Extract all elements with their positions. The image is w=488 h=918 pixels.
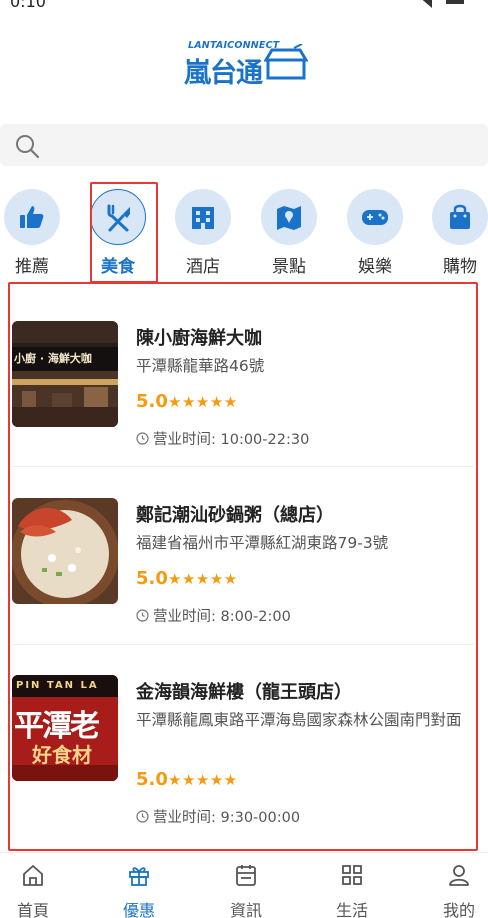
- category-icon-circle: [432, 189, 488, 245]
- restaurant-card[interactable]: PIN TAN LA 平潭老 好食材 金海韻海鮮樓（龍王頭店） 平潭縣龍鳳東路平…: [12, 675, 478, 835]
- category-row: 推薦 美食 酒店 景點 娛樂 購物: [0, 182, 488, 282]
- opening-hours: 营业时间: 9:30-00:00: [136, 806, 300, 827]
- status-time: 0:10: [10, 0, 46, 11]
- category-label: 購物: [443, 257, 477, 277]
- hours-label: 营业时间:: [153, 810, 216, 826]
- restaurant-rating: 5.0: [136, 391, 168, 412]
- hours-label: 营业时间:: [153, 432, 216, 448]
- restaurant-card[interactable]: 鄭記潮汕砂鍋粥（總店） 福建省福州市平潭縣紅湖東路79-3號 5.0 ★★★★★…: [12, 498, 478, 638]
- map-pin-icon: [277, 206, 301, 230]
- tab-life[interactable]: 生活: [319, 863, 383, 918]
- active-category-highlight: [90, 182, 158, 283]
- tab-home[interactable]: 首頁: [0, 863, 64, 918]
- restaurant-name: 金海韻海鮮樓（龍王頭店）: [136, 682, 352, 703]
- rating-stars: ★★★★★: [168, 393, 238, 411]
- hotel-icon: [192, 207, 214, 229]
- tab-label: 生活: [335, 901, 368, 918]
- category-icon-circle: [261, 189, 317, 245]
- user-icon: [449, 865, 469, 886]
- clock-icon: [136, 810, 149, 823]
- restaurant-photo-text-bottom: 好食材: [32, 743, 92, 767]
- restaurant-name: 鄭記潮汕砂鍋粥（總店）: [136, 505, 334, 526]
- category-icon-circle: [4, 189, 60, 245]
- search-bar[interactable]: [0, 124, 488, 166]
- calendar-icon: [236, 865, 256, 886]
- status-icons: [422, 0, 464, 8]
- restaurant-address: 平潭縣龍華路46號: [136, 357, 265, 375]
- grid-icon: [342, 865, 362, 885]
- hours-value: 10:00-22:30: [220, 432, 310, 448]
- logo-store-icon: [264, 44, 308, 80]
- category-icon-circle: [175, 189, 231, 245]
- tab-profile[interactable]: 我的: [426, 863, 488, 918]
- logo-main-text: 嵐台通: [184, 58, 263, 89]
- category-label: 娛樂: [358, 257, 392, 277]
- app-logo: LANTAICONNECT 嵐台通: [182, 38, 312, 89]
- opening-hours: 营业时间: 10:00-22:30: [136, 428, 309, 449]
- tab-label: 我的: [442, 901, 475, 918]
- category-hotel[interactable]: 酒店: [171, 186, 235, 277]
- tab-label: 首頁: [16, 901, 49, 918]
- tab-deals[interactable]: 優惠: [106, 863, 170, 918]
- clock-icon: [136, 432, 149, 445]
- restaurant-photo: 小廚 · 海鮮大咖: [12, 321, 118, 427]
- category-attraction[interactable]: 景點: [257, 186, 321, 277]
- shopping-bag-icon: [450, 204, 470, 229]
- restaurant-photo: [12, 498, 118, 604]
- hours-value: 9:30-00:00: [220, 810, 301, 826]
- restaurant-photo-art: [12, 321, 118, 427]
- tab-news[interactable]: 資訊: [213, 863, 277, 918]
- category-label: 景點: [272, 257, 306, 277]
- restaurant-photo-art: [12, 498, 118, 604]
- hours-label: 营业时间:: [153, 609, 216, 625]
- restaurant-address: 平潭縣龍鳳東路平潭海島國家森林公園南門對面: [136, 711, 462, 729]
- status-bar: 0:10: [0, 0, 488, 14]
- category-shopping[interactable]: 購物: [428, 186, 488, 277]
- rating-stars: ★★★★★: [168, 570, 238, 588]
- restaurant-photo: PIN TAN LA 平潭老 好食材: [12, 675, 118, 781]
- tab-label: 資訊: [229, 901, 262, 918]
- restaurant-card[interactable]: 小廚 · 海鮮大咖 陳小廚海鮮大咖 平潭縣龍華路46號 5.0 ★★★★★ 营业…: [12, 321, 478, 461]
- clock-icon: [136, 609, 149, 622]
- restaurant-address: 福建省福州市平潭縣紅湖東路79-3號: [136, 534, 389, 552]
- restaurant-name: 陳小廚海鮮大咖: [136, 328, 262, 349]
- opening-hours: 营业时间: 8:00-2:00: [136, 605, 291, 626]
- restaurant-rating: 5.0: [136, 769, 168, 790]
- card-divider: [12, 644, 474, 645]
- category-icon-circle: [347, 189, 403, 245]
- home-icon: [23, 865, 43, 886]
- gamepad-icon: [362, 210, 388, 225]
- search-input[interactable]: [50, 130, 470, 160]
- search-icon: [16, 135, 40, 159]
- restaurant-photo-sign: 小廚 · 海鮮大咖: [14, 352, 92, 365]
- thumbs-up-icon: [20, 206, 44, 228]
- restaurant-rating: 5.0: [136, 568, 168, 589]
- category-label: 推薦: [15, 257, 49, 277]
- restaurant-photo-text-top: PIN TAN LA: [16, 680, 99, 691]
- category-recommend[interactable]: 推薦: [0, 186, 64, 277]
- rating-stars: ★★★★★: [168, 771, 238, 789]
- gift-icon: [129, 867, 149, 886]
- bottom-tab-bar: 首頁 優惠 資訊 生活 我的: [0, 852, 488, 918]
- category-label: 酒店: [186, 257, 220, 277]
- tab-label: 優惠: [122, 901, 155, 918]
- category-entertainment[interactable]: 娛樂: [343, 186, 407, 277]
- card-divider: [12, 466, 474, 467]
- hours-value: 8:00-2:00: [220, 609, 291, 625]
